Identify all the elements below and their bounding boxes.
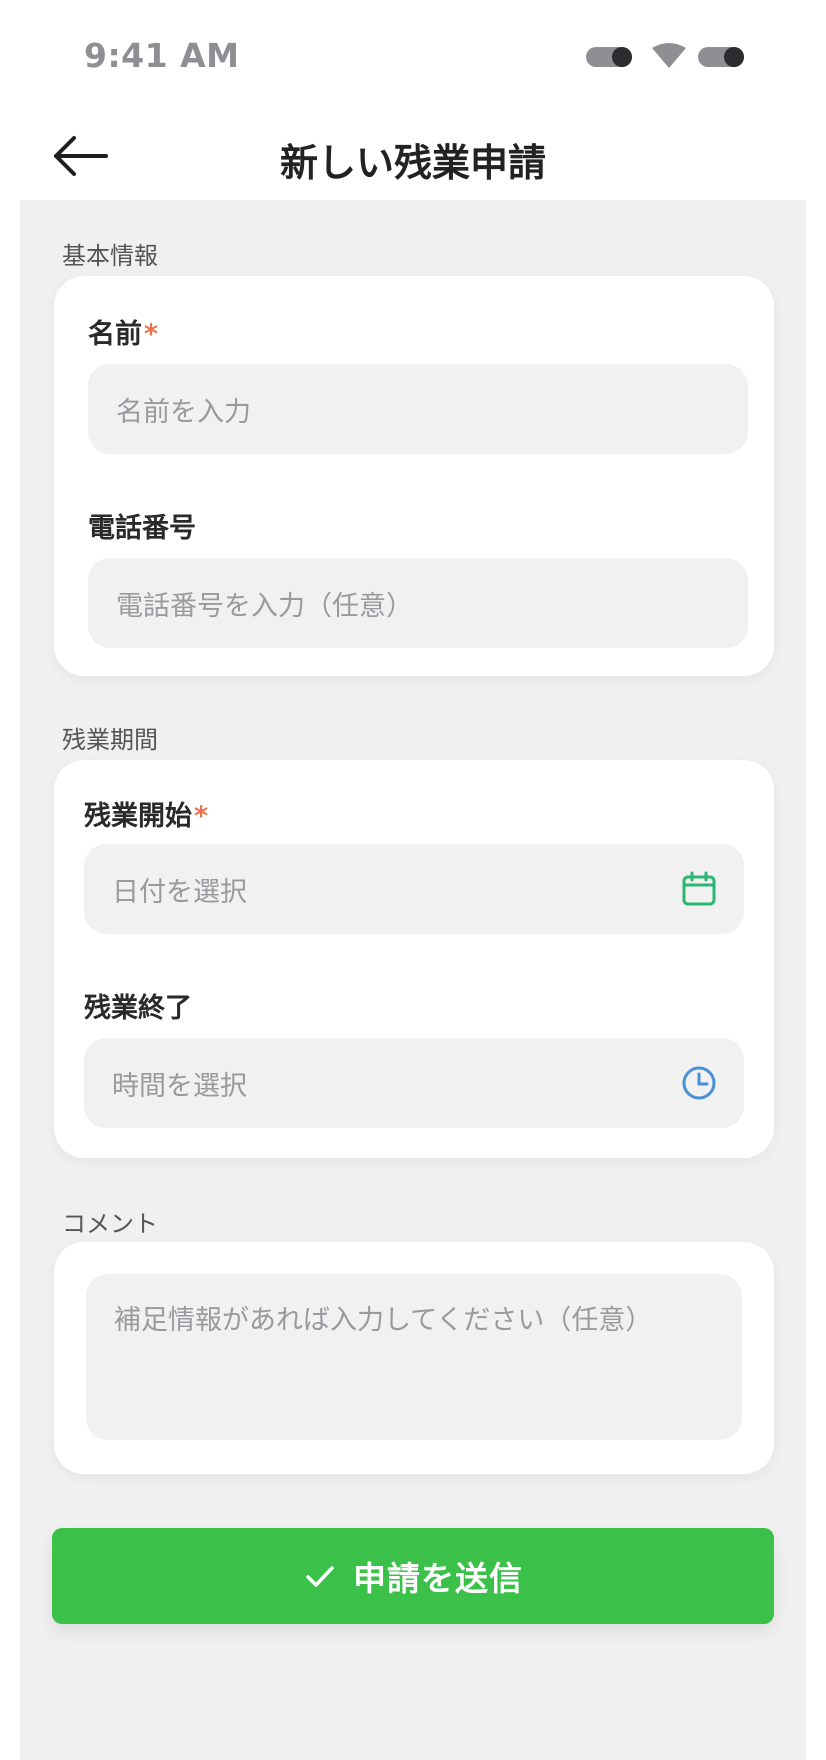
comment-card: 補足情報があれば入力してください（任意） [54, 1242, 774, 1474]
comment-textarea[interactable]: 補足情報があれば入力してください（任意） [86, 1274, 742, 1440]
name-input[interactable]: 名前を入力 [88, 364, 748, 454]
start-date-picker[interactable]: 日付を選択 [84, 844, 744, 934]
submit-label: 申請を送信 [353, 1559, 523, 1598]
page-title: 新しい残業申請 [279, 141, 546, 185]
comment-placeholder: 補足情報があれば入力してください（任意） [114, 1305, 653, 1336]
phone-label: 電話番号 [88, 513, 196, 544]
form-content: 基本情報 名前* 名前を入力 電話番号 電話番号を入力（任意） 残業期間 残業開… [20, 200, 806, 1760]
start-label-text: 残業開始 [84, 801, 192, 832]
end-label: 残業終了 [84, 993, 192, 1024]
start-placeholder: 日付を選択 [112, 877, 247, 908]
calendar-icon[interactable] [680, 870, 718, 908]
end-time-picker[interactable]: 時間を選択 [84, 1038, 744, 1128]
phone-placeholder: 電話番号を入力（任意） [116, 591, 413, 622]
section-label-basic-info: 基本情報 [62, 242, 158, 270]
basic-info-card: 名前* 名前を入力 電話番号 電話番号を入力（任意） [54, 276, 774, 676]
navigation-bar: 新しい残業申請 [0, 110, 826, 200]
clock-icon[interactable] [680, 1064, 718, 1102]
cellular-icon [586, 47, 632, 67]
name-label-text: 名前 [88, 319, 142, 350]
name-label: 名前* [88, 312, 158, 351]
end-placeholder: 時間を選択 [112, 1071, 247, 1102]
overtime-period-card: 残業開始* 日付を選択 残業終了 時間を選択 [54, 760, 774, 1158]
section-label-overtime-period: 残業期間 [62, 726, 158, 754]
start-label: 残業開始* [84, 794, 208, 833]
check-icon [306, 1566, 334, 1587]
section-label-comment: コメント [62, 1210, 158, 1238]
status-icons [584, 40, 744, 74]
phone-input[interactable]: 電話番号を入力（任意） [88, 558, 748, 648]
status-time: 9:41 AM [84, 36, 240, 75]
wifi-icon [652, 43, 686, 68]
status-bar: 9:41 AM [0, 0, 826, 110]
name-placeholder: 名前を入力 [116, 397, 251, 428]
required-mark: * [194, 801, 209, 832]
submit-button[interactable]: 申請を送信 [52, 1528, 774, 1624]
battery-icon [698, 47, 744, 67]
required-mark: * [144, 319, 159, 350]
